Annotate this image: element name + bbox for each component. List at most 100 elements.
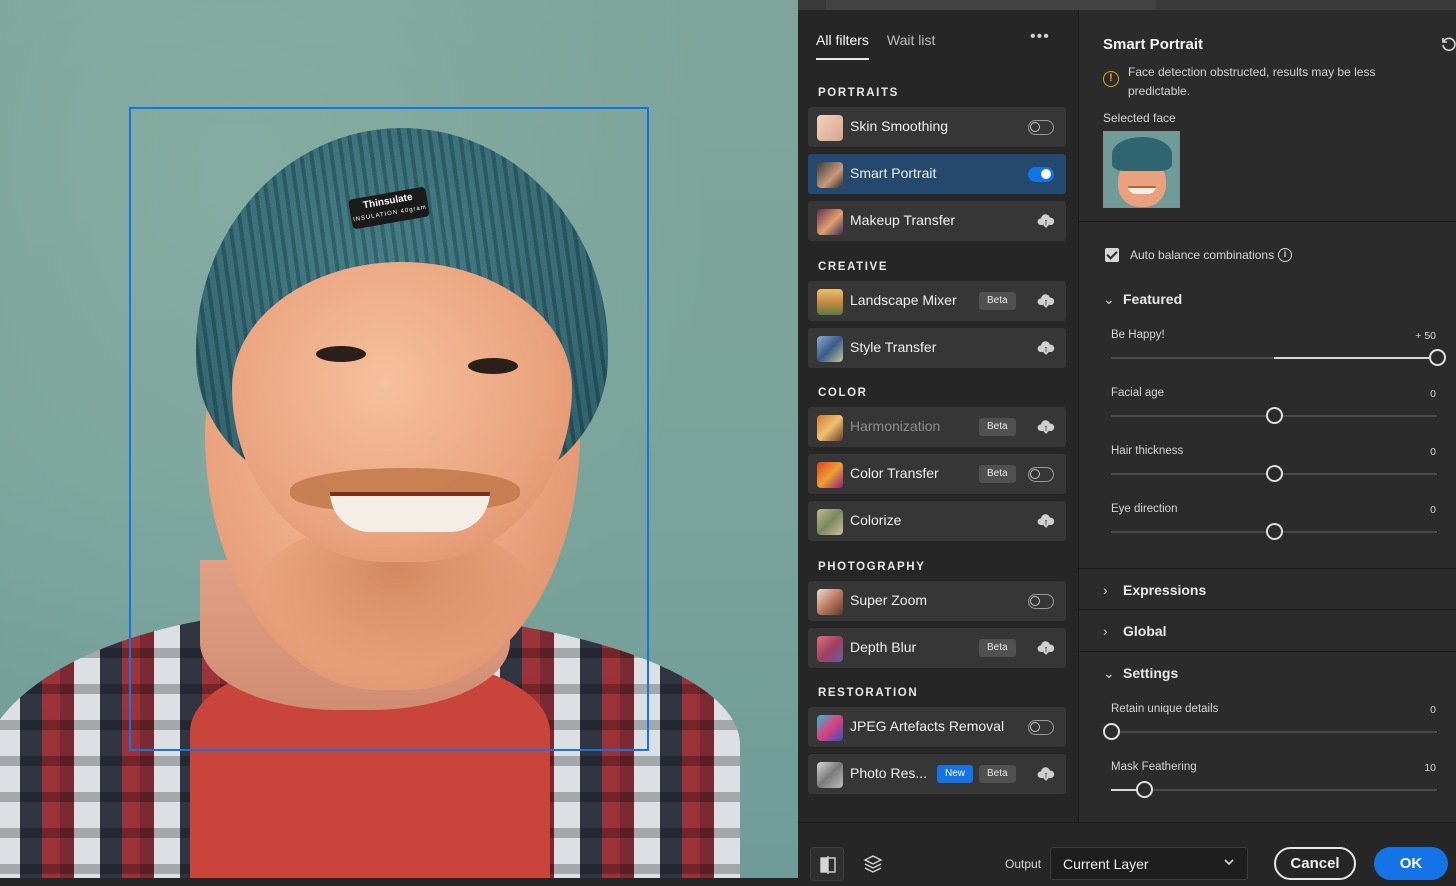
cloud-download-icon[interactable]	[1037, 340, 1055, 356]
bottom-bar: Output Current Layer Cancel OK	[798, 822, 1456, 886]
category-portraits: PORTRAITS	[818, 87, 899, 99]
cloud-download-icon[interactable]	[1037, 419, 1055, 435]
super-zoom-thumbnail-icon	[817, 589, 843, 615]
auto-balance-checkbox[interactable]	[1105, 248, 1119, 262]
filter-label: Smart Portrait	[850, 165, 937, 181]
be-happy-slider[interactable]	[1111, 349, 1446, 366]
filter-skin-smoothing[interactable]: Skin Smoothing	[808, 107, 1066, 147]
panel-title: Smart Portrait	[1103, 36, 1204, 53]
mask-feathering-slider[interactable]	[1111, 781, 1437, 798]
cloud-download-icon[interactable]	[1037, 766, 1055, 782]
color-transfer-toggle[interactable]	[1028, 467, 1054, 482]
section-global[interactable]: › Global	[1103, 623, 1167, 639]
tab-wait-list[interactable]: Wait list	[887, 32, 935, 60]
divider	[1079, 568, 1456, 569]
filter-jpeg-artefacts-removal[interactable]: JPEG Artefacts Removal	[808, 707, 1066, 747]
filter-color-transfer[interactable]: Color Transfer Beta	[808, 454, 1066, 494]
depth-blur-thumbnail-icon	[817, 636, 843, 662]
filter-super-zoom[interactable]: Super Zoom	[808, 581, 1066, 621]
section-expressions[interactable]: › Expressions	[1103, 582, 1206, 598]
smart-portrait-toggle[interactable]	[1028, 167, 1054, 182]
beta-badge: Beta	[979, 639, 1016, 657]
filter-harmonization[interactable]: Harmonization Beta	[808, 407, 1066, 447]
filter-smart-portrait[interactable]: Smart Portrait	[808, 154, 1066, 194]
filter-label: Makeup Transfer	[850, 212, 956, 228]
hair-thickness-slider[interactable]	[1111, 465, 1437, 482]
slider-value: 0	[1430, 446, 1436, 458]
cancel-button[interactable]: Cancel	[1274, 847, 1356, 880]
filter-colorize[interactable]: Colorize	[808, 501, 1066, 541]
slider-value: 0	[1430, 388, 1436, 400]
slider-thumb[interactable]	[1135, 781, 1153, 798]
facial-age-slider[interactable]	[1111, 407, 1437, 424]
retain-details-slider[interactable]	[1103, 723, 1437, 740]
beta-badge: Beta	[979, 765, 1016, 783]
info-icon[interactable]: i	[1278, 248, 1292, 262]
filter-tabs: All filters Wait list	[816, 32, 935, 60]
section-featured[interactable]: ⌄ Featured	[1103, 291, 1182, 308]
tab-all-filters[interactable]: All filters	[816, 32, 869, 60]
filters-panel: All filters Wait list ••• PORTRAITS Skin…	[798, 10, 1078, 822]
super-zoom-toggle[interactable]	[1028, 594, 1054, 609]
selected-face-thumbnail[interactable]	[1103, 131, 1180, 208]
slider-label: Retain unique details	[1111, 703, 1219, 715]
layers-button[interactable]	[856, 847, 890, 881]
thumb-smile	[1128, 186, 1156, 194]
layers-icon	[863, 855, 883, 873]
ok-button[interactable]: OK	[1374, 847, 1448, 880]
image-canvas[interactable]: Thinsulate INSULATION 40gram	[0, 0, 798, 878]
auto-balance-label: Auto balance combinations	[1130, 248, 1275, 262]
properties-panel: Smart Portrait ! Face detection obstruct…	[1078, 10, 1456, 822]
filter-label: Landscape Mixer	[850, 292, 957, 308]
section-settings[interactable]: ⌄ Settings	[1103, 665, 1178, 682]
cloud-download-icon[interactable]	[1037, 213, 1055, 229]
slider-thumb[interactable]	[1266, 465, 1283, 482]
slider-value: 0	[1430, 504, 1436, 516]
slider-value: 10	[1424, 762, 1436, 774]
filter-landscape-mixer[interactable]: Landscape Mixer Beta	[808, 281, 1066, 321]
skin-smoothing-thumbnail-icon	[817, 115, 843, 141]
cloud-download-icon[interactable]	[1037, 293, 1055, 309]
divider	[1079, 609, 1456, 610]
slider-thumb[interactable]	[1429, 349, 1446, 366]
filter-photo-restoration[interactable]: Photo Res... New Beta	[808, 754, 1066, 794]
compare-view-button[interactable]	[810, 847, 844, 881]
slider-value: 0	[1430, 704, 1436, 716]
face-detection-warning: Face detection obstructed, results may b…	[1128, 65, 1376, 98]
category-creative: CREATIVE	[818, 261, 889, 273]
slider-thumb[interactable]	[1103, 723, 1120, 740]
makeup-transfer-thumbnail-icon	[817, 209, 843, 235]
filter-label: Depth Blur	[850, 639, 917, 655]
style-transfer-thumbnail-icon	[817, 336, 843, 362]
thumb-hat	[1112, 137, 1172, 171]
section-label: Featured	[1123, 291, 1183, 307]
filter-depth-blur[interactable]: Depth Blur Beta	[808, 628, 1066, 668]
output-value: Current Layer	[1063, 856, 1149, 872]
beta-badge: Beta	[979, 418, 1016, 436]
harmonization-thumbnail-icon	[817, 415, 843, 441]
slider-thumb[interactable]	[1266, 407, 1283, 424]
slider-fill	[1274, 357, 1437, 359]
more-options-icon[interactable]: •••	[1030, 28, 1050, 46]
colorize-thumbnail-icon	[817, 509, 843, 535]
smart-portrait-thumbnail-icon	[817, 162, 843, 188]
slider-thumb[interactable]	[1266, 523, 1283, 540]
skin-smoothing-toggle[interactable]	[1028, 120, 1054, 135]
filter-makeup-transfer[interactable]: Makeup Transfer	[808, 201, 1066, 241]
chevron-down-icon: ⌄	[1103, 665, 1115, 681]
beta-badge: Beta	[979, 465, 1016, 483]
reset-icon[interactable]	[1439, 34, 1456, 52]
color-transfer-thumbnail-icon	[817, 462, 843, 488]
filter-label: Style Transfer	[850, 339, 937, 355]
chevron-right-icon: ›	[1103, 582, 1108, 598]
cloud-download-icon[interactable]	[1037, 513, 1055, 529]
output-dropdown[interactable]: Current Layer	[1050, 847, 1248, 880]
split-view-icon	[820, 856, 836, 874]
eye-direction-slider[interactable]	[1111, 523, 1437, 540]
chevron-right-icon: ›	[1103, 623, 1108, 639]
photo-restoration-thumbnail-icon	[817, 762, 843, 788]
divider	[1079, 651, 1456, 652]
cloud-download-icon[interactable]	[1037, 640, 1055, 656]
filter-style-transfer[interactable]: Style Transfer	[808, 328, 1066, 368]
jpeg-artefacts-toggle[interactable]	[1028, 720, 1054, 735]
